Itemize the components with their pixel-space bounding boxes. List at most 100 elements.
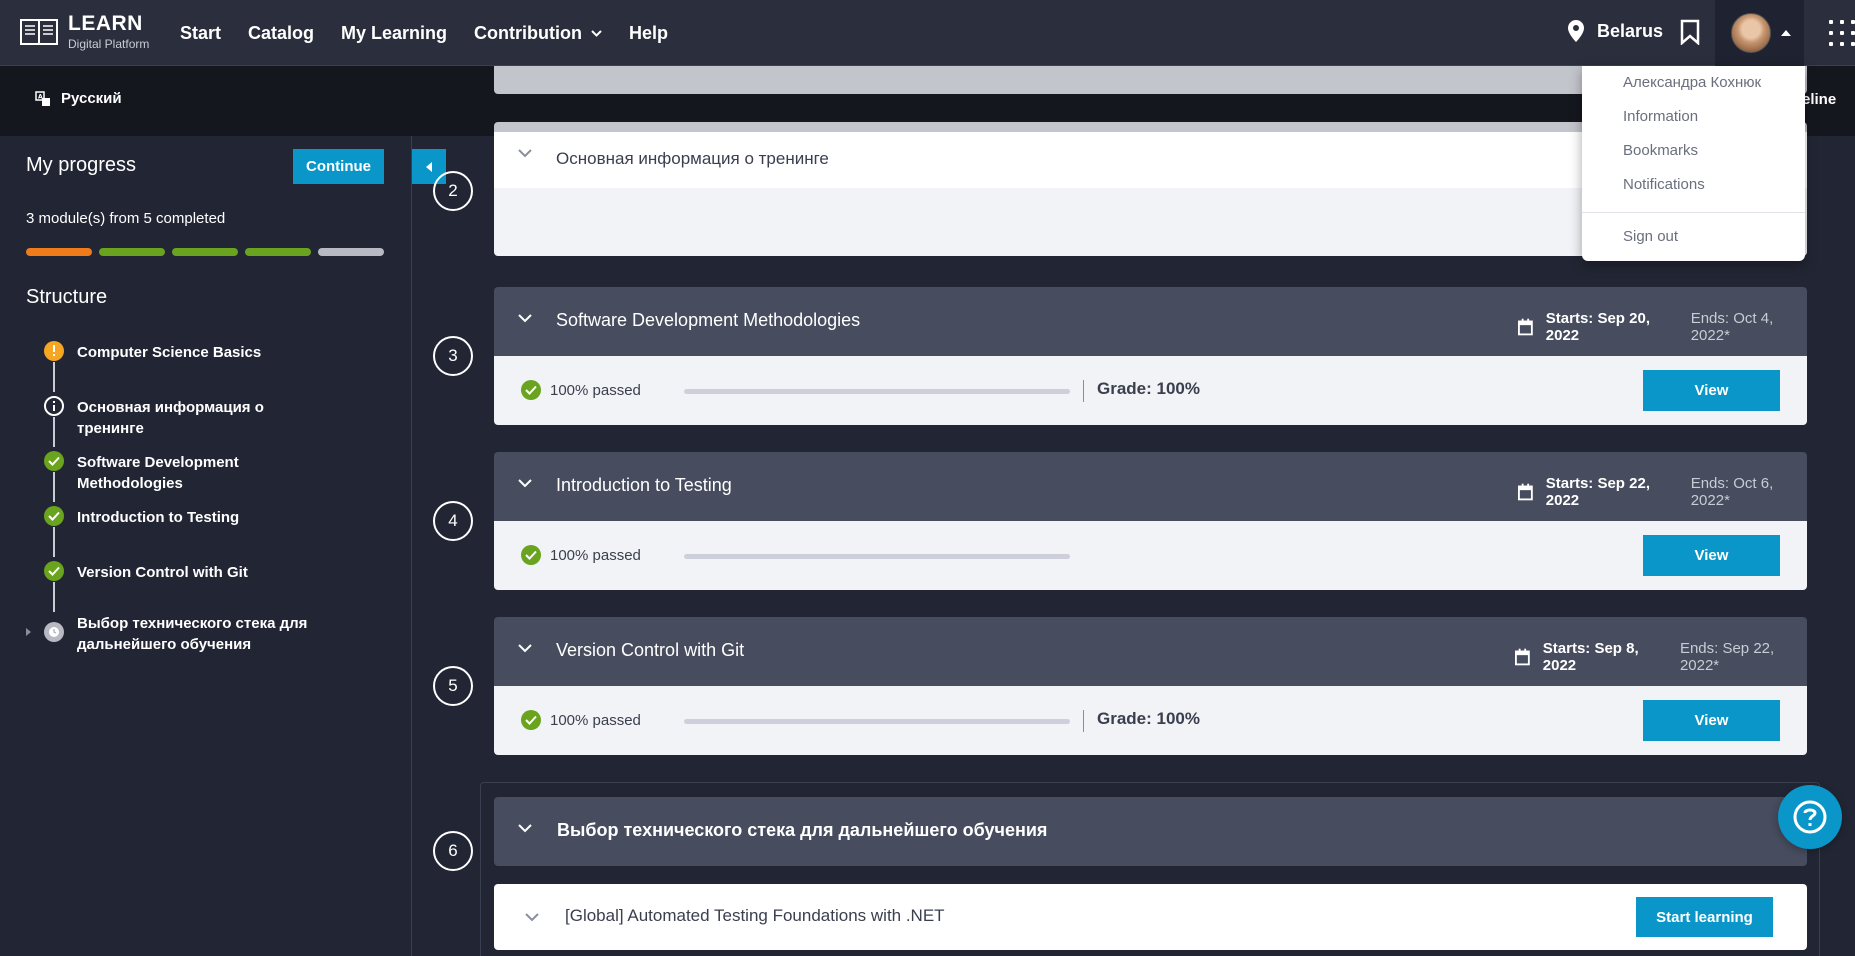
course-title: [Global] Automated Testing Foundations w… <box>565 906 945 925</box>
location-label: Belarus <box>1597 20 1664 41</box>
module-dates: Starts: Sep 22, 2022 Ends: Oct 6, 2022* <box>1518 475 1807 509</box>
course-card[interactable]: [Global] Automated Testing Foundations w… <box>494 884 1807 950</box>
nav-help[interactable]: Help <box>629 23 668 44</box>
check-icon <box>44 506 64 526</box>
module-progress-track <box>684 719 1070 724</box>
structure-item-label: Основная информация о тренинге <box>77 399 264 437</box>
menu-item-information[interactable]: Information <box>1623 108 1698 125</box>
top-navigation-bar: LEARN Digital Platform Start Catalog My … <box>0 0 1855 66</box>
module-title: Выбор технического стека для дальнейшего… <box>557 820 1048 840</box>
nav-start[interactable]: Start <box>180 23 221 44</box>
tree-connector <box>53 362 55 392</box>
translate-icon: A <box>35 90 50 106</box>
module-card-header[interactable]: Выбор технического стека для дальнейшего… <box>494 797 1807 866</box>
menu-divider <box>1582 212 1805 213</box>
structure-item-label: Computer Science Basics <box>77 344 262 361</box>
svg-text:A: A <box>38 93 43 100</box>
learn-logo[interactable]: LEARN Digital Platform <box>20 10 160 56</box>
module-progress-track <box>684 554 1070 559</box>
user-dropdown-menu: Александра Кохнюк Information Bookmarks … <box>1582 66 1805 261</box>
step-number: 3 <box>433 336 473 376</box>
step-number: 2 <box>433 171 473 211</box>
language-selector[interactable]: A Русский <box>35 90 122 107</box>
question-circle-icon <box>1793 800 1827 834</box>
chevron-down-icon[interactable] <box>518 479 532 488</box>
end-date: Ends: Oct 6, 2022* <box>1690 475 1774 509</box>
chevron-down-icon[interactable] <box>518 824 532 833</box>
nav-my-learning[interactable]: My Learning <box>341 23 447 44</box>
user-name[interactable]: Александра Кохнюк <box>1623 74 1761 91</box>
main-nav: Start Catalog My Learning Contribution H… <box>180 0 695 66</box>
module-progress-track <box>684 389 1070 394</box>
help-button[interactable] <box>1778 785 1842 849</box>
nav-catalog[interactable]: Catalog <box>248 23 314 44</box>
view-button[interactable]: View <box>1643 700 1780 741</box>
menu-item-notifications[interactable]: Notifications <box>1623 176 1705 193</box>
sign-out-button[interactable]: Sign out <box>1623 228 1678 245</box>
view-button[interactable]: View <box>1643 535 1780 576</box>
grade-label: Grade: 100% <box>1097 379 1200 398</box>
open-book-icon <box>20 19 58 45</box>
step-number: 4 <box>433 501 473 541</box>
expand-arrow-icon[interactable] <box>26 628 31 636</box>
info-icon <box>44 396 64 416</box>
modules-completed-text: 3 module(s) from 5 completed <box>26 210 226 227</box>
module-dates: Starts: Sep 8, 2022 Ends: Sep 22, 2022* <box>1515 640 1807 674</box>
nav-contribution[interactable]: Contribution <box>474 23 602 44</box>
module-card-body: 100% passed Grade: 100% View <box>494 686 1807 755</box>
passed-status: 100% passed <box>521 710 641 730</box>
continue-button[interactable]: Continue <box>293 149 384 184</box>
map-pin-icon <box>1568 20 1584 42</box>
view-button[interactable]: View <box>1643 370 1780 411</box>
tree-connector <box>53 472 55 502</box>
end-date: Ends: Sep 22, 2022* <box>1679 640 1775 674</box>
location-selector[interactable]: Belarus <box>1568 20 1663 42</box>
start-learning-button[interactable]: Start learning <box>1636 897 1773 937</box>
language-label: Русский <box>61 90 122 107</box>
start-date: Starts: Sep 8, 2022 <box>1542 640 1639 674</box>
module-title: Version Control with Git <box>556 640 745 660</box>
progress-segment <box>99 248 165 256</box>
module-title: Introduction to Testing <box>556 475 732 495</box>
divider <box>1083 380 1084 402</box>
passed-label: 100% passed <box>550 381 641 399</box>
grade-label: Grade: 100% <box>1097 709 1200 728</box>
module-card-header[interactable]: Version Control with Git Starts: Sep 8, … <box>494 617 1807 686</box>
module-card-header[interactable]: Introduction to Testing Starts: Sep 22, … <box>494 452 1807 521</box>
calendar-icon <box>1515 648 1530 666</box>
module-card-header[interactable]: Software Development Methodologies Start… <box>494 287 1807 356</box>
caret-up-icon <box>1781 30 1791 36</box>
module-dates: Starts: Sep 20, 2022 Ends: Oct 4, 2022* <box>1518 310 1807 344</box>
module-progress-bar <box>26 248 391 256</box>
passed-label: 100% passed <box>550 546 641 564</box>
avatar <box>1731 13 1771 53</box>
passed-label: 100% passed <box>550 711 641 729</box>
divider <box>1083 710 1084 732</box>
warning-icon <box>44 341 64 361</box>
check-circle-icon <box>521 710 541 730</box>
chevron-down-icon[interactable] <box>518 149 532 158</box>
step-number: 6 <box>433 831 473 871</box>
tree-connector <box>53 527 55 557</box>
structure-title: Structure <box>26 286 108 308</box>
clock-icon <box>44 622 64 642</box>
check-circle-icon <box>521 545 541 565</box>
check-icon <box>44 561 64 581</box>
bookmark-icon[interactable] <box>1680 19 1700 45</box>
chevron-down-icon[interactable] <box>518 314 532 323</box>
user-menu-toggle[interactable] <box>1715 0 1804 66</box>
structure-item-label: Version Control with Git <box>77 564 248 581</box>
logo-subtitle: Digital Platform <box>68 37 150 51</box>
menu-item-bookmarks[interactable]: Bookmarks <box>1623 142 1698 159</box>
module-title: Software Development Methodologies <box>556 310 861 330</box>
calendar-icon <box>1518 318 1533 336</box>
structure-item-label: Выбор технического стека для дальнейшего… <box>77 615 308 653</box>
chevron-down-icon[interactable] <box>525 913 539 922</box>
chevron-down-icon <box>591 29 602 37</box>
module-title: Основная информация о тренинге <box>556 149 829 168</box>
chevron-down-icon[interactable] <box>518 644 532 653</box>
end-date: Ends: Oct 4, 2022* <box>1690 310 1774 344</box>
progress-segment <box>26 248 92 256</box>
logo-title: LEARN <box>68 12 143 35</box>
apps-grid-icon[interactable] <box>1829 20 1855 46</box>
